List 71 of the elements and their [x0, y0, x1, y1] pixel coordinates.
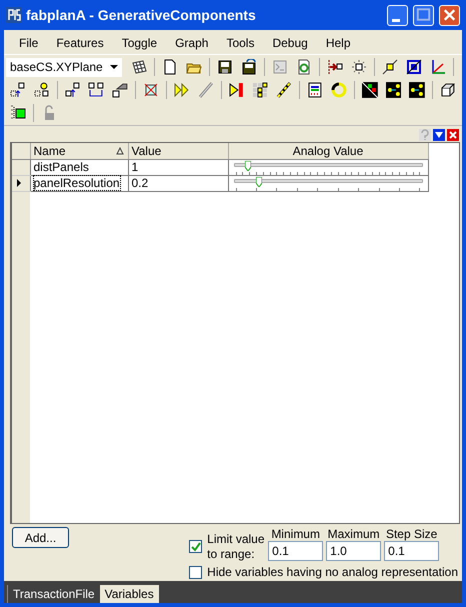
bracket-arrow-icon[interactable]	[88, 82, 104, 98]
caret-icon	[110, 65, 118, 69]
menu-item[interactable]: Tools	[217, 36, 264, 50]
node-icon[interactable]	[34, 82, 50, 98]
play-bar-icon[interactable]	[228, 82, 244, 98]
menu-item[interactable]: Debug	[263, 36, 317, 50]
new-document-icon[interactable]	[162, 59, 178, 75]
table-cell: 1	[128, 159, 228, 175]
minimize-button[interactable]	[387, 4, 408, 26]
row-pointer-icon	[17, 179, 21, 187]
checkbox-label: Hide variables having no analog representation	[207, 565, 458, 579]
square-arrow-icon[interactable]	[64, 82, 80, 98]
field-label: Step Size	[386, 527, 438, 541]
save-refresh-icon[interactable]	[241, 59, 257, 75]
menu-item[interactable]: Help	[316, 36, 360, 50]
table-cell: panelResolution	[30, 175, 128, 191]
dropdown-icon[interactable]	[433, 129, 445, 141]
menu-item[interactable]: Graph	[166, 36, 218, 50]
tab[interactable]: Variables	[100, 585, 159, 603]
dashed-line-icon[interactable]	[276, 82, 292, 98]
close-button[interactable]	[439, 4, 460, 26]
input-field[interactable]: 0.1	[384, 541, 440, 561]
field-label: Maximum	[328, 527, 380, 541]
column-header[interactable]: Name	[30, 143, 128, 159]
checkbox[interactable]	[189, 566, 202, 578]
checkbox[interactable]	[189, 540, 202, 554]
table-cell: 0.2	[128, 175, 228, 191]
field-label: Minimum	[271, 527, 320, 541]
menu-item[interactable]: Toggle	[112, 36, 166, 50]
add-button[interactable]: Add...	[12, 527, 69, 548]
header-cell	[12, 143, 30, 159]
fast-forward-icon[interactable]	[174, 82, 190, 98]
ring-icon[interactable]	[330, 82, 347, 98]
grid-icon[interactable]	[131, 59, 147, 75]
close-icon[interactable]	[447, 129, 459, 141]
refresh-document-icon[interactable]	[296, 59, 312, 75]
column-header[interactable]: Analog Value	[228, 143, 428, 159]
slider-thumb[interactable]	[256, 176, 262, 186]
input-field[interactable]: 1.0	[326, 541, 382, 561]
minimize-icon	[392, 18, 400, 22]
save-icon[interactable]	[217, 59, 233, 75]
squares-grid-icon[interactable]	[252, 82, 268, 98]
line-point-icon[interactable]	[382, 59, 398, 75]
value-slider[interactable]	[234, 160, 422, 174]
axes-icon[interactable]	[430, 59, 446, 75]
square-arrow-icon[interactable]	[10, 82, 26, 98]
square-frame-icon[interactable]	[406, 59, 422, 75]
arrow-to-square-icon[interactable]	[327, 59, 343, 75]
row-header[interactable]	[12, 175, 30, 191]
input-field[interactable]: 0.1	[268, 541, 324, 561]
window-title: fabplanA - GenerativeComponents	[26, 7, 257, 23]
crossed-square-icon[interactable]	[143, 82, 159, 98]
value-slider[interactable]	[234, 176, 422, 190]
points-diagram-icon[interactable]	[386, 82, 402, 98]
app-icon	[6, 7, 22, 23]
points-diagram-icon[interactable]	[409, 82, 426, 98]
line-icon[interactable]	[198, 82, 214, 98]
checkbox-label: Limit value to range:	[207, 532, 266, 561]
cube-icon[interactable]	[440, 82, 456, 98]
points-diagram-icon[interactable]	[362, 82, 378, 98]
menu-item[interactable]: Features	[47, 36, 113, 50]
square-icon[interactable]	[10, 105, 26, 121]
maximize-button[interactable]	[413, 4, 434, 26]
point-icon[interactable]	[351, 59, 367, 75]
report-icon[interactable]	[307, 82, 323, 98]
plane-dropdown[interactable]: baseCS.XYPlane	[6, 58, 122, 76]
column-header[interactable]: Value	[128, 143, 228, 159]
table-cell: distPanels	[30, 159, 128, 175]
menu-item[interactable]: File	[10, 36, 48, 50]
slider-thumb[interactable]	[244, 160, 251, 170]
sort-icon	[116, 147, 124, 155]
